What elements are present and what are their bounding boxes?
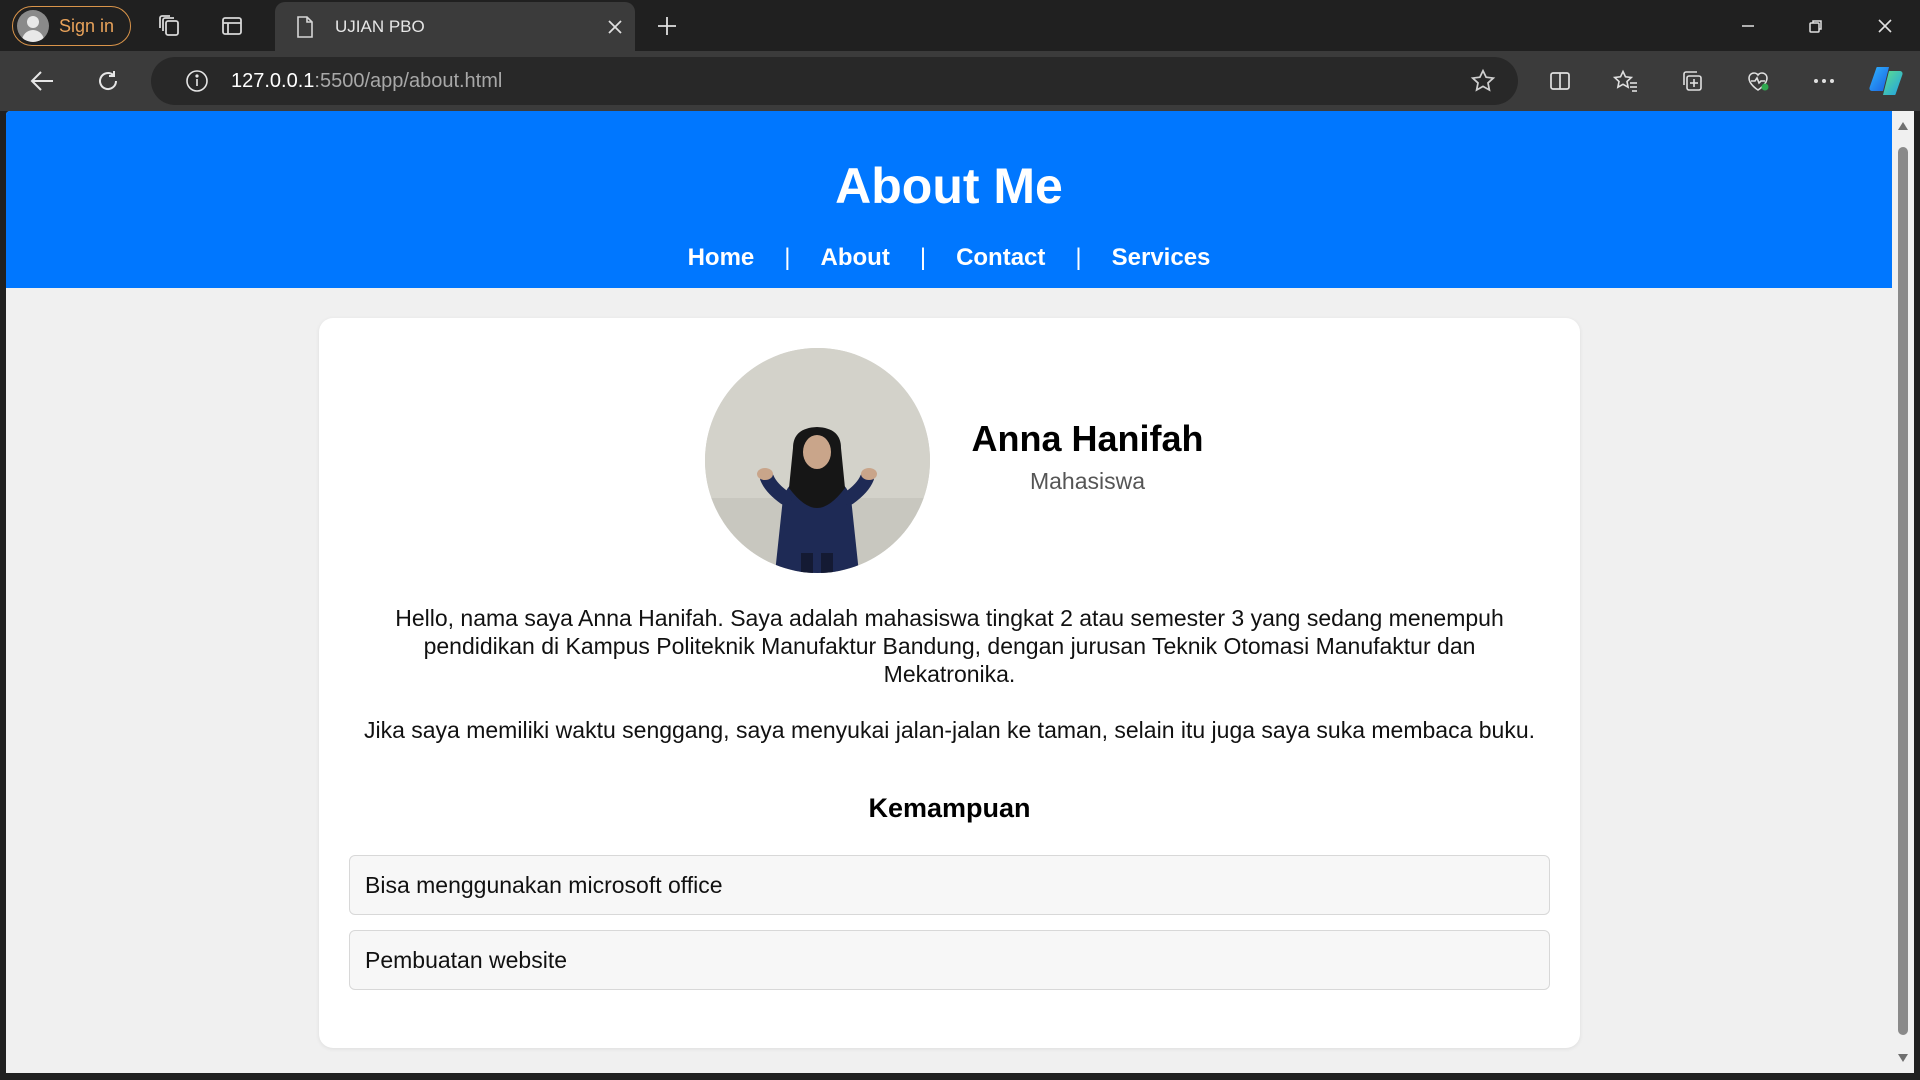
split-screen-icon[interactable] (1538, 61, 1582, 101)
bio-paragraph: Hello, nama saya Anna Hanifah. Saya adal… (395, 605, 1504, 687)
nav-link-home[interactable]: Home (688, 244, 755, 272)
tab-title: UJIAN PBO (335, 16, 425, 36)
browser-toolbar: 127.0.0.1:5500/app/about.html (0, 51, 1920, 111)
page-viewport: About Me Home | About | Contact | Servic… (6, 111, 1892, 1073)
profile-name: Anna Hanifah (971, 418, 1204, 459)
favorite-star-icon[interactable] (1458, 68, 1508, 94)
nav-separator: | (919, 244, 927, 271)
scroll-down-arrow-icon[interactable] (1896, 1051, 1910, 1065)
nav-separator: | (784, 244, 791, 271)
nav-link-services[interactable]: Services (1112, 244, 1211, 272)
profile-sign-in-button[interactable]: Sign in (12, 6, 131, 46)
copilot-icon[interactable] (1864, 59, 1908, 103)
nav-link-contact[interactable]: Contact (956, 244, 1045, 272)
page-icon (285, 15, 325, 39)
site-header: About Me Home | About | Contact | Servic… (6, 111, 1892, 288)
more-options-icon[interactable] (1802, 61, 1846, 101)
scrollbar-thumb[interactable] (1898, 147, 1908, 1035)
address-bar[interactable]: 127.0.0.1:5500/app/about.html (151, 57, 1518, 105)
minimize-icon[interactable] (1725, 6, 1771, 46)
collections-icon[interactable] (1670, 61, 1714, 101)
page-title: About Me (835, 158, 1063, 214)
browser-tab-active[interactable]: UJIAN PBO (275, 2, 635, 51)
skills-heading: Kemampuan (868, 793, 1031, 823)
skill-item: Bisa menggunakan microsoft office (349, 855, 1550, 915)
browser-essentials-icon[interactable] (1736, 61, 1780, 101)
skill-item: Pembuatan website (349, 930, 1550, 990)
main-nav: Home | About | Contact | Services (6, 244, 1892, 272)
profile-avatar-icon (17, 10, 49, 42)
bio-paragraph: Jika saya memiliki waktu senggang, saya … (363, 717, 1536, 743)
nav-separator: | (1075, 244, 1082, 271)
browser-tabstrip: Sign in UJIAN PBO (0, 0, 1920, 51)
url-path: :5500/app/about.html (314, 69, 503, 92)
site-info-icon[interactable] (169, 69, 225, 93)
refresh-icon[interactable] (86, 61, 130, 101)
page-scrollbar[interactable] (1892, 111, 1914, 1073)
nav-link-about[interactable]: About (821, 244, 890, 272)
profile-sign-in-label: Sign in (59, 15, 115, 36)
window-bottom-edge (0, 1073, 1920, 1080)
tab-actions-icon[interactable] (210, 6, 254, 46)
restore-icon[interactable] (1793, 6, 1839, 46)
about-card: Anna Hanifah Mahasiswa Hello, nama saya … (319, 318, 1580, 1048)
profile-role: Mahasiswa (1029, 468, 1146, 494)
close-window-icon[interactable] (1862, 6, 1908, 46)
workspaces-icon[interactable] (148, 6, 192, 46)
scroll-up-arrow-icon[interactable] (1896, 119, 1910, 133)
new-tab-icon[interactable] (645, 6, 689, 46)
favorites-icon[interactable] (1604, 61, 1648, 101)
profile-photo (705, 348, 930, 573)
url-text[interactable]: 127.0.0.1:5500/app/about.html (231, 70, 1458, 93)
url-host: 127.0.0.1 (231, 69, 315, 92)
tab-close-icon[interactable] (595, 7, 635, 47)
back-arrow-icon[interactable] (20, 61, 64, 101)
